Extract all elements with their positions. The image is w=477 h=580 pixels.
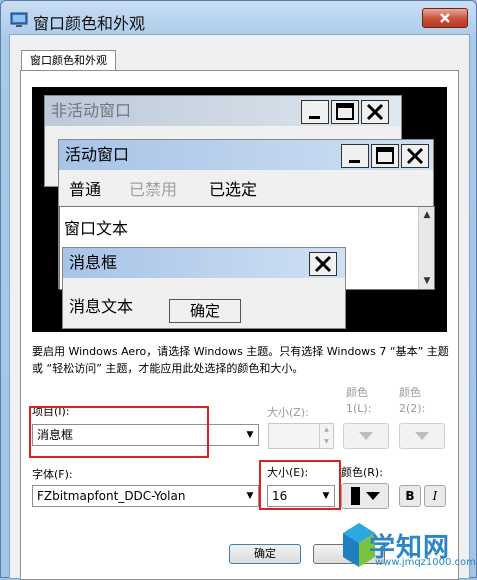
msgbox-ok-button[interactable]: 确定 [169,299,241,323]
aero-description: 要启用 Windows Aero，请选择 Windows 主题。只有选择 Win… [32,345,449,375]
font-select-value: FZbitmapfont_DDC-Yolan [37,489,186,503]
chevron-down-icon: ▼ [246,491,254,501]
inactive-maximize-button [331,100,359,124]
spin-down-icon: ▼ [324,438,329,445]
window-title: 窗口颜色和外观 [33,14,146,33]
color2-button[interactable] [399,423,445,449]
font-select[interactable]: FZbitmapfont_DDC-Yolan ▼ [32,485,259,507]
color1-label-line2: 1(L): [346,402,372,415]
active-minimize-button [341,144,369,168]
item-size-stepper[interactable]: ▲ ▼ [268,423,334,449]
close-icon [314,255,332,273]
scroll-down-icon[interactable]: ▼ [419,273,435,289]
maximize-icon [376,147,394,164]
color2-label-line1: 颜色 [399,386,421,399]
scroll-up-icon[interactable]: ▲ [419,207,435,223]
preview-message-box[interactable]: 消息框 消息文本 确定 [62,247,346,329]
msgbox-text: 消息文本 [69,297,134,316]
msgbox-close-button [309,252,337,276]
minimize-icon [349,160,360,163]
minimize-icon [309,116,320,119]
preview-scrollbar[interactable]: ▲ ▼ [418,207,434,289]
appearance-preview[interactable]: 非活动窗口 活动窗口 普通 已禁用 已选定 窗口文本 ▲ ▼ 消息框 消息文本 … [32,87,447,332]
color-swatch [350,487,360,505]
font-color-label: 颜色(R): [341,466,383,479]
active-close-button [401,144,429,168]
bold-button[interactable]: B [399,485,421,507]
spin-up-icon: ▲ [324,426,329,433]
close-icon [440,13,450,23]
msgbox-title: 消息框 [63,248,345,278]
color2-label-line2: 2(2): [399,402,426,415]
chevron-down-icon: ▼ [246,430,254,440]
item-size-label: 大小(Z): [267,406,309,419]
dropdown-arrow-icon [365,492,380,500]
highlight-size-box [259,460,341,510]
watermark-url: www.jmqz1000.com [375,557,476,568]
menu-item-disabled[interactable]: 已禁用 [129,176,177,200]
dialog-window: 窗口颜色和外观 窗口颜色和外观 非活动窗口 活动窗口 普通 已禁用 已选定 窗口… [0,0,477,580]
color1-label: 颜色 1(L): [346,385,371,417]
dropdown-arrow-icon [415,432,429,440]
inactive-minimize-button [301,100,329,124]
window-close-button[interactable] [422,8,468,28]
preview-menu-bar: 普通 已禁用 已选定 [59,170,433,204]
close-icon [366,103,384,121]
tab-window-color[interactable]: 窗口颜色和外观 [21,50,116,71]
inactive-close-button [361,100,389,124]
font-color-button[interactable] [341,483,389,509]
dropdown-arrow-icon [359,432,373,440]
italic-button[interactable]: I [424,485,446,507]
display-settings-icon [10,12,28,27]
window-text: 窗口文本 [64,219,129,238]
highlight-item-box [29,406,209,458]
menu-item-selected[interactable]: 已选定 [209,176,257,200]
color2-label: 颜色 2(2): [399,385,425,417]
close-icon [406,147,424,165]
active-maximize-button [371,144,399,168]
color1-button[interactable] [343,423,389,449]
font-label: 字体(F): [32,468,73,481]
maximize-icon [336,103,354,120]
color1-label-line1: 颜色 [346,386,368,399]
menu-item-normal[interactable]: 普通 [69,176,101,200]
ok-button[interactable]: 确定 [229,544,301,564]
